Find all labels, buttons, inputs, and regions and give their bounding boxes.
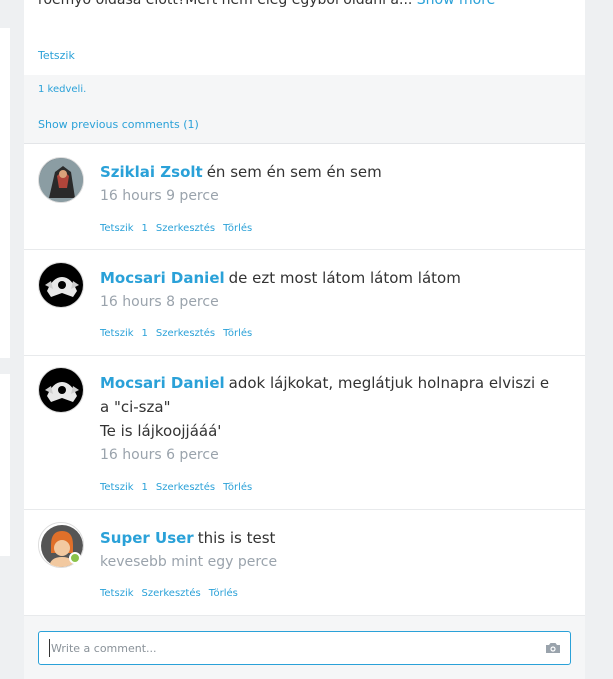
avatar[interactable]: [38, 157, 84, 203]
comment-actions: Tetszik 1 Szerkesztés Törlés: [100, 223, 260, 234]
comment-actions: Tetszik Szerkesztés Törlés: [100, 588, 246, 599]
previous-comments-bar: Show previous comments (1): [24, 106, 585, 144]
comment-input-box[interactable]: [38, 631, 571, 665]
comment-item: Sziklai Zsolt én sem én sem én sem 16 hou…: [24, 144, 585, 250]
comment-author[interactable]: Sziklai Zsolt: [100, 163, 203, 181]
comment-actions: Tetszik 1 Szerkesztés Törlés: [100, 328, 260, 339]
comment-body: Mocsari Daniel adok lájkokat, meglátjuk h…: [100, 371, 559, 467]
likes-count-text[interactable]: 1 kedveli.: [38, 84, 86, 95]
comment-text-extra: Te is lájkoojjááá': [100, 422, 222, 440]
post-like-link[interactable]: Tetszik: [38, 49, 75, 62]
comment-item: Super User this is test kevesebb mint egy…: [24, 510, 585, 616]
left-panel-edge: [0, 28, 10, 358]
comment-time: 16 hours 6 perce: [100, 447, 219, 463]
like-count[interactable]: 1: [142, 328, 148, 339]
post-text-content: roemyo oldasa elott?Mert nem eleg egybol…: [38, 0, 413, 8]
comment-body: Super User this is test kevesebb mint egy…: [100, 526, 559, 574]
show-more-link[interactable]: Show more: [417, 0, 496, 8]
edit-link[interactable]: Szerkesztés: [156, 328, 215, 339]
comment-input[interactable]: [49, 639, 529, 657]
comment-item: Mocsari Daniel de ezt most látom látom lá…: [24, 250, 585, 356]
online-status-indicator: [69, 552, 81, 564]
left-panel-edge: [0, 374, 10, 556]
comment-body: Mocsari Daniel de ezt most látom látom lá…: [100, 266, 559, 314]
comment-author[interactable]: Mocsari Daniel: [100, 269, 225, 287]
comment-actions: Tetszik 1 Szerkesztés Törlés: [100, 482, 260, 493]
delete-link[interactable]: Törlés: [223, 328, 252, 339]
avatar[interactable]: [38, 262, 84, 308]
delete-link[interactable]: Törlés: [223, 223, 252, 234]
comment-text: én sem én sem én sem: [206, 163, 382, 181]
comment-text: de ezt most látom látom látom: [228, 269, 461, 287]
comment-time: kevesebb mint egy perce: [100, 554, 278, 570]
delete-link[interactable]: Törlés: [209, 588, 238, 599]
like-count[interactable]: 1: [142, 482, 148, 493]
comment-item: Mocsari Daniel adok lájkokat, meglátjuk h…: [24, 356, 585, 510]
like-count[interactable]: 1: [142, 223, 148, 234]
comment-author[interactable]: Super User: [100, 529, 194, 547]
camera-icon[interactable]: [545, 642, 561, 654]
comment-time: 16 hours 8 perce: [100, 294, 219, 310]
edit-link[interactable]: Szerkesztés: [142, 588, 201, 599]
comment-author[interactable]: Mocsari Daniel: [100, 374, 225, 392]
like-link[interactable]: Tetszik: [100, 588, 134, 599]
comment-body: Sziklai Zsolt én sem én sem én sem 16 hou…: [100, 160, 559, 208]
like-link[interactable]: Tetszik: [100, 223, 134, 234]
show-previous-comments-link[interactable]: Show previous comments (1): [38, 118, 199, 131]
comment-text: this is test: [197, 529, 276, 547]
delete-link[interactable]: Törlés: [223, 482, 252, 493]
post-card: roemyo oldasa elott?Mert nem eleg egybol…: [24, 0, 585, 679]
likes-summary: 1 kedveli.: [24, 75, 585, 106]
like-link[interactable]: Tetszik: [100, 328, 134, 339]
comment-composer: [24, 616, 585, 679]
comment-time: 16 hours 9 perce: [100, 188, 219, 204]
edit-link[interactable]: Szerkesztés: [156, 223, 215, 234]
edit-link[interactable]: Szerkesztés: [156, 482, 215, 493]
post-text: roemyo oldasa elott?Mert nem eleg egybol…: [38, 0, 495, 8]
avatar[interactable]: [38, 367, 84, 413]
like-link[interactable]: Tetszik: [100, 482, 134, 493]
